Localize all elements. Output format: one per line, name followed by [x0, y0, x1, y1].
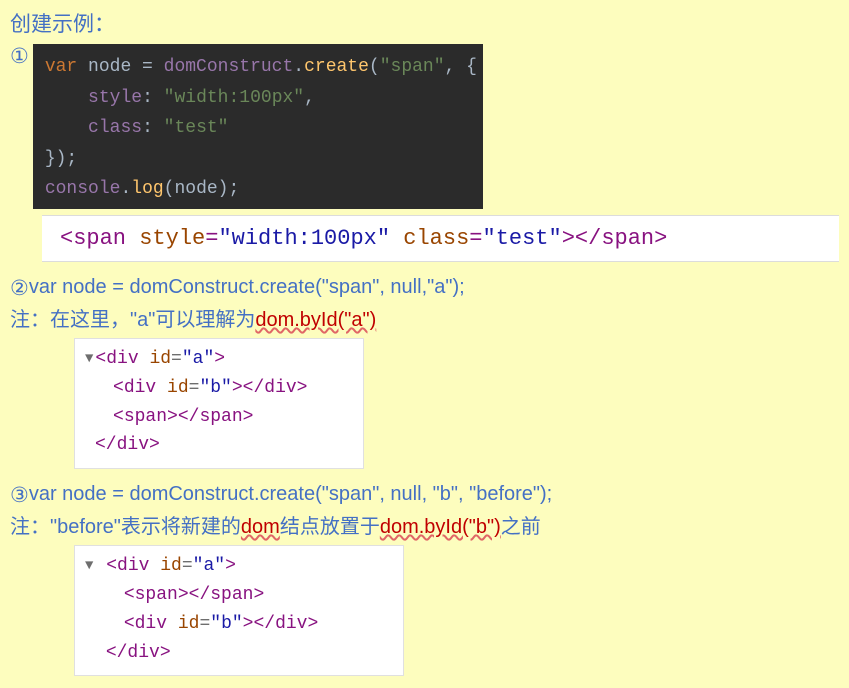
eq2: = [469, 226, 482, 251]
pad3 [45, 118, 88, 138]
fn-log: log [131, 179, 163, 199]
close-span1: span [199, 407, 242, 427]
sp [390, 226, 403, 251]
tag-div-b: div [124, 378, 156, 398]
attr-id2: id [160, 556, 182, 576]
ex3-note-a: 注："before"表示将新建的 [10, 516, 241, 538]
close-div-b: div [264, 378, 296, 398]
close-obj: }); [45, 149, 77, 169]
close-div-a: div [117, 435, 149, 455]
comma2: , [304, 88, 315, 108]
ex3-note-c: 之前 [501, 516, 541, 538]
devtools-output-1: ▼<div id="a"> <div id="b"></div> <span><… [74, 338, 364, 469]
attr-style: style [139, 226, 205, 251]
val1: "width:100px" [218, 226, 390, 251]
eq1: = [205, 226, 218, 251]
ex3-note-b: 结点放置于 [280, 516, 380, 538]
devtools-output-2: ▼ <div id="a"> <span></span> <div id="b"… [74, 545, 404, 676]
close-tag: </span> [575, 226, 667, 251]
open-tag: <span [60, 226, 139, 251]
close-div-a2: div [127, 643, 159, 663]
rest5: (node); [164, 179, 240, 199]
str-span: "span" [380, 57, 445, 77]
disclosure-triangle-icon: ▼ [85, 348, 93, 370]
close-angle: > [562, 226, 575, 251]
close-div-b2: div [275, 614, 307, 634]
val2: "test" [483, 226, 562, 251]
ex3-note-link1: dom [241, 516, 280, 538]
tag-div2: div [117, 556, 149, 576]
val-width: "width:100px" [164, 88, 304, 108]
ident-node: node [77, 57, 142, 77]
tag-div: div [106, 349, 138, 369]
marker-1: ① [10, 44, 29, 69]
obj-console: console [45, 179, 121, 199]
marker-2: ② [10, 276, 29, 301]
pad2 [45, 88, 88, 108]
code-block-dark: var node = domConstruct.create("span", {… [33, 44, 483, 209]
example-2-note: 注：在这里，"a"可以理解为dom.byId("a") [10, 303, 839, 332]
val-b2: "b" [210, 614, 242, 634]
paren: ( [369, 57, 380, 77]
ex2-note-link: dom.byId("a") [255, 309, 376, 331]
attr-id: id [149, 349, 171, 369]
ex2-note-pre: 注：在这里，"a"可以理解为 [10, 309, 255, 331]
col3: : [142, 118, 164, 138]
output-html-1: <span style="width:100px" class="test"><… [42, 215, 839, 262]
op-eq: = [142, 57, 164, 77]
tag-span: span [124, 407, 167, 427]
example-2-code: ②var node = domConstruct.create("span", … [10, 276, 839, 301]
rest1: , { [445, 57, 477, 77]
fn-create: create [304, 57, 369, 77]
col2: : [142, 88, 164, 108]
attr-id-b2: id [178, 614, 200, 634]
val-b: "b" [199, 378, 231, 398]
example-1: ① var node = domConstruct.create("span",… [10, 44, 839, 209]
dot5: . [120, 179, 131, 199]
heading: 创建示例： [10, 8, 839, 38]
ex2-code-text: var node = domConstruct.create("span", n… [29, 276, 465, 298]
ex3-code-text: var node = domConstruct.create("span", n… [29, 483, 552, 505]
tag-span2: span [135, 585, 178, 605]
attr-id-b: id [167, 378, 189, 398]
dot: . [293, 57, 304, 77]
obj-domconstruct: domConstruct [164, 57, 294, 77]
attr-class: class [403, 226, 469, 251]
ex3-note-link2: dom.byId("b") [380, 516, 501, 538]
val-a: "a" [182, 349, 214, 369]
marker-3: ③ [10, 483, 29, 508]
key-style: style [88, 88, 142, 108]
key-class: class [88, 118, 142, 138]
tag-div-b2: div [135, 614, 167, 634]
val-a2: "a" [193, 556, 225, 576]
close-span2: span [210, 585, 253, 605]
example-3-note: 注："before"表示将新建的dom结点放置于dom.byId("b")之前 [10, 510, 839, 539]
example-3-code: ③var node = domConstruct.create("span", … [10, 483, 839, 508]
val-test: "test" [164, 118, 229, 138]
kw-var: var [45, 57, 77, 77]
disclosure-triangle-icon: ▼ [85, 555, 93, 577]
